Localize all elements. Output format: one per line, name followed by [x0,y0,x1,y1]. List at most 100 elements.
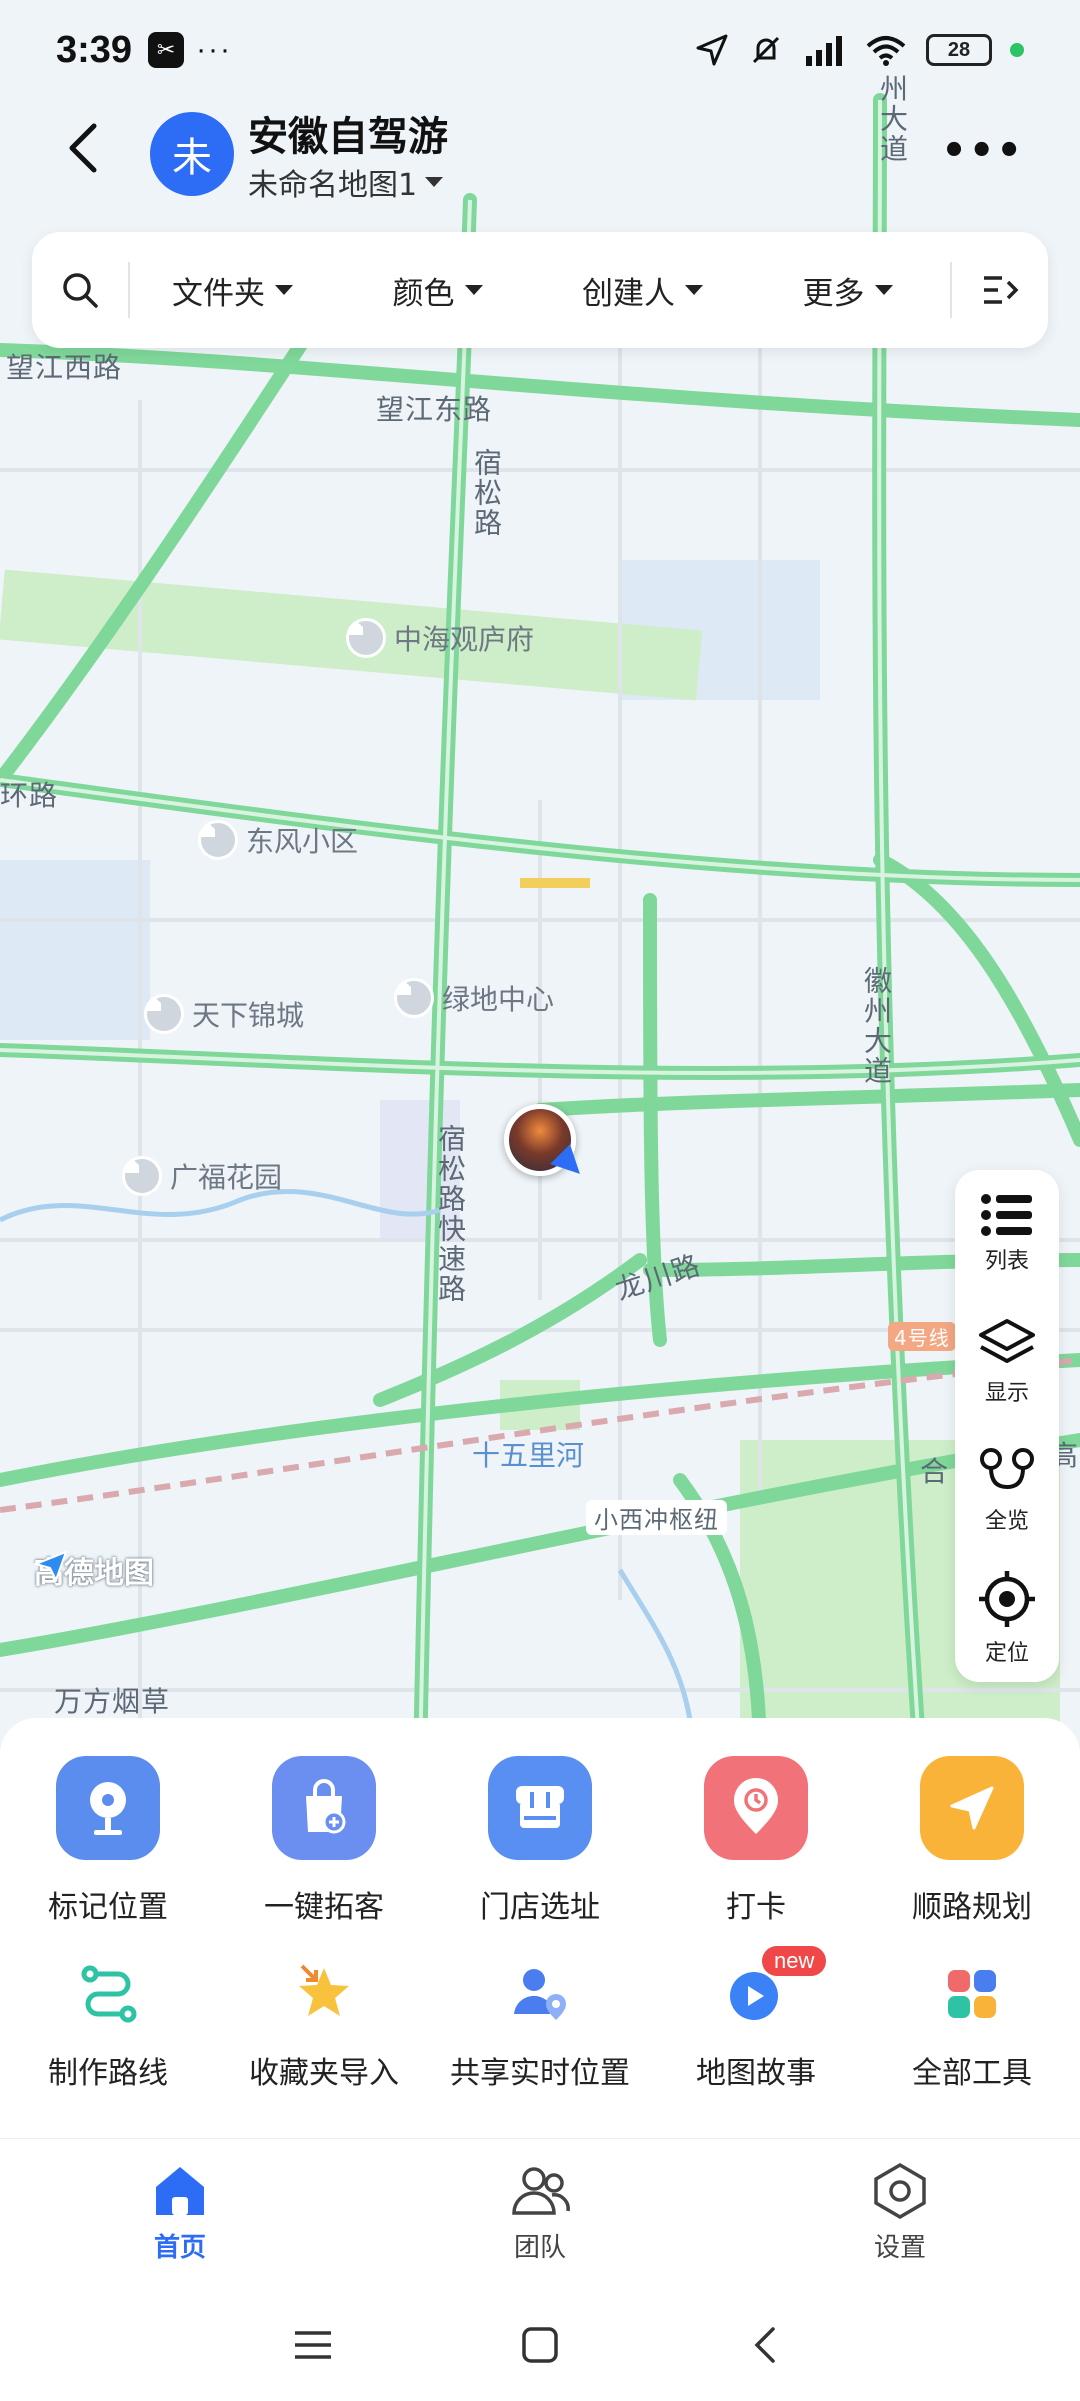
list-icon [981,1194,1032,1236]
poi-marker[interactable]: 中海观庐府 [346,618,534,658]
home-nav-icon[interactable] [518,2323,562,2367]
road-label: 宿松路 [470,448,503,538]
tool-label: 标记位置 [48,1890,168,1925]
tool-check-in[interactable]: 打卡 [648,1756,864,1926]
building-icon [122,1156,162,1196]
search-icon [63,273,98,308]
bottom-tab-bar: 首页 团队 设置 [0,2138,1080,2288]
filter-label: 颜色 [392,275,455,312]
filter-label: 创建人 [582,275,675,312]
tools-row-primary: 标记位置 一键拓客 门店选址 打卡 顺路规划 [0,1756,1080,1926]
caret-down-icon [685,285,703,295]
poi-marker[interactable]: 广福花园 [122,1156,282,1196]
tool-label: 顺路规划 [912,1890,1032,1925]
shopping-bag-icon [272,1756,376,1860]
share-location-icon [488,1954,592,2034]
back-arrow-icon[interactable] [56,118,116,178]
tool-mark-location[interactable]: 标记位置 [0,1756,216,1926]
tool-all-tools[interactable]: 全部工具 [864,1954,1080,2092]
road-label: 合 [920,1455,950,1488]
overview-button[interactable]: 全览 [955,1426,1059,1554]
amap-logo-icon [34,1550,68,1582]
filter-folder[interactable]: 文件夹 [130,268,335,313]
capcut-icon: ✂ [148,32,185,68]
notification-dots: ··· [196,33,233,66]
display-button[interactable]: 显示 [955,1298,1059,1426]
tool-label: 打卡 [726,1890,786,1925]
battery-indicator: 28 [926,34,992,66]
tool-customer-expansion[interactable]: 一键拓客 [216,1756,432,1926]
map-title: 安徽自驾游 [248,114,448,160]
caret-down-icon [425,177,444,187]
mark-location-icon [56,1756,160,1860]
tool-label: 收藏夹导入 [249,2056,399,2091]
road-label: 万方烟草 [54,1685,171,1718]
map-control-panel: 列表 显示 全览 定位 [955,1170,1059,1682]
river-label: 十五里河 [472,1439,585,1472]
tab-label: 设置 [873,2233,926,2263]
road-label: 望江东路 [376,393,493,426]
list-button[interactable]: 列表 [955,1170,1059,1298]
filter-bar: 文件夹 颜色 创建人 更多 [32,232,1048,348]
tool-label: 制作路线 [48,2056,168,2091]
road-label: 望江西路 [6,351,123,384]
search-button[interactable] [32,270,128,310]
tab-team[interactable]: 团队 [360,2139,720,2288]
building-icon [394,978,434,1018]
locate-button[interactable]: 定位 [955,1554,1059,1682]
poi-label: 东风小区 [246,825,359,858]
grid-apps-icon [920,1954,1024,2034]
filter-label: 更多 [802,275,865,312]
tool-label: 地图故事 [696,2056,816,2091]
green-dot-icon [1010,43,1024,57]
road-label: 环路 [0,779,59,812]
back-nav-icon[interactable] [745,2323,789,2367]
tab-label: 团队 [513,2233,566,2263]
map-story-icon: new [704,1946,827,2034]
sort-menu-button[interactable] [952,270,1048,310]
map-avatar[interactable]: 未 [150,112,234,196]
filter-creator[interactable]: 创建人 [540,268,745,313]
building-icon [346,618,386,658]
tool-route-planning[interactable]: 顺路规划 [864,1756,1080,1926]
road-label: 宿松路快速路 [434,1124,467,1304]
wifi-icon [866,36,906,66]
locate-crosshair-icon [979,1571,1035,1627]
settings-hexagon-icon [874,2163,926,2219]
poi-label: 广福花园 [170,1161,283,1194]
poi-marker[interactable]: 天下锦城 [144,994,304,1034]
building-icon [198,820,238,860]
home-icon [156,2167,204,2215]
road-label: 徽州大道 [860,966,893,1086]
filter-more[interactable]: 更多 [745,268,950,313]
display-label: 显示 [984,1381,1029,1406]
tab-home[interactable]: 首页 [0,2139,360,2288]
tool-share-location[interactable]: 共享实时位置 [432,1954,648,2092]
filter-color[interactable]: 颜色 [335,268,540,313]
poi-marker[interactable]: 东风小区 [198,820,358,860]
poi-marker[interactable]: 绿地中心 [394,978,554,1018]
map-subtitle-dropdown[interactable]: 未命名地图1 [248,160,444,204]
caret-down-icon [464,285,483,295]
tool-store-site[interactable]: 门店选址 [432,1756,648,1926]
tool-make-route[interactable]: 制作路线 [0,1954,216,2092]
map-subtitle: 未命名地图1 [248,168,418,203]
tool-label: 共享实时位置 [450,2056,630,2091]
tools-row-secondary: 制作路线 收藏夹导入 共享实时位置 new 地图故事 全部工具 [0,1946,1080,2092]
poi-label: 绿地中心 [442,983,555,1016]
tab-settings[interactable]: 设置 [720,2139,1080,2288]
map-header: 未 安徽自驾游 未命名地图1 ••• [0,100,1080,210]
tab-label: 首页 [153,2233,206,2263]
status-time: 3:39 [56,28,133,71]
more-menu-icon[interactable]: ••• [941,128,1024,174]
system-nav-bar [0,2288,1080,2401]
tool-map-story[interactable]: new 地图故事 [648,1946,864,2092]
signal-icon [806,36,842,66]
menu-nav-icon[interactable] [291,2325,335,2365]
junction-label: 小西冲枢纽 [586,1500,727,1535]
list-label: 列表 [984,1249,1029,1274]
bell-muted-icon [752,36,780,64]
tool-import-favorites[interactable]: 收藏夹导入 [216,1954,432,2092]
tool-label: 全部工具 [912,2056,1032,2091]
route-make-icon [56,1954,160,2034]
